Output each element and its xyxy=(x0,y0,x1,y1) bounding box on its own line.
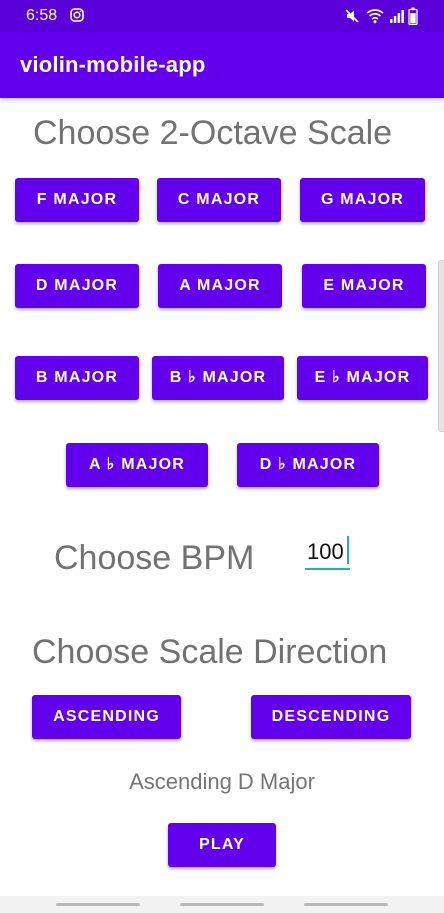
ascending-button[interactable]: ASCENDING xyxy=(32,695,181,739)
scale-button-b-major[interactable]: B MAJOR xyxy=(15,356,139,400)
bpm-heading: Choose BPM xyxy=(54,539,255,577)
status-bar: 6:58 xyxy=(0,0,444,32)
current-selection-text: Ascending D Major xyxy=(129,769,315,794)
descending-button[interactable]: DESCENDING xyxy=(251,695,411,739)
signal-icon xyxy=(390,10,404,23)
navigation-bar xyxy=(0,896,444,913)
scale-button-d-major[interactable]: D MAJOR xyxy=(15,264,139,308)
app-bar: violin-mobile-app xyxy=(0,32,444,98)
scale-button-e-flat-major[interactable]: E ♭ MAJOR xyxy=(297,356,428,400)
bpm-input[interactable] xyxy=(305,536,350,570)
text-cursor xyxy=(347,536,349,564)
battery-icon xyxy=(408,7,418,25)
scale-button-a-flat-major[interactable]: A ♭ MAJOR xyxy=(66,443,208,487)
app-title: violin-mobile-app xyxy=(20,52,206,77)
scale-button-c-major[interactable]: C MAJOR xyxy=(157,178,281,222)
instagram-icon xyxy=(70,8,84,22)
scale-heading: Choose 2-Octave Scale xyxy=(33,114,393,152)
scale-button-g-major[interactable]: G MAJOR xyxy=(300,178,425,222)
direction-heading: Choose Scale Direction xyxy=(32,633,388,671)
scale-button-d-flat-major[interactable]: D ♭ MAJOR xyxy=(237,443,379,487)
mute-icon xyxy=(345,9,359,23)
scale-button-f-major[interactable]: F MAJOR xyxy=(15,178,139,222)
scale-button-a-major[interactable]: A MAJOR xyxy=(158,264,282,308)
status-time: 6:58 xyxy=(26,7,58,24)
scale-button-e-major[interactable]: E MAJOR xyxy=(302,264,426,308)
nav-recents-button[interactable] xyxy=(56,903,140,906)
wifi-icon xyxy=(366,9,384,24)
play-button[interactable]: PLAY xyxy=(168,823,276,867)
edge-panel-handle[interactable] xyxy=(438,260,444,432)
nav-home-button[interactable] xyxy=(180,903,264,906)
scale-button-b-flat-major[interactable]: B ♭ MAJOR xyxy=(152,356,284,400)
nav-back-button[interactable] xyxy=(304,903,388,906)
